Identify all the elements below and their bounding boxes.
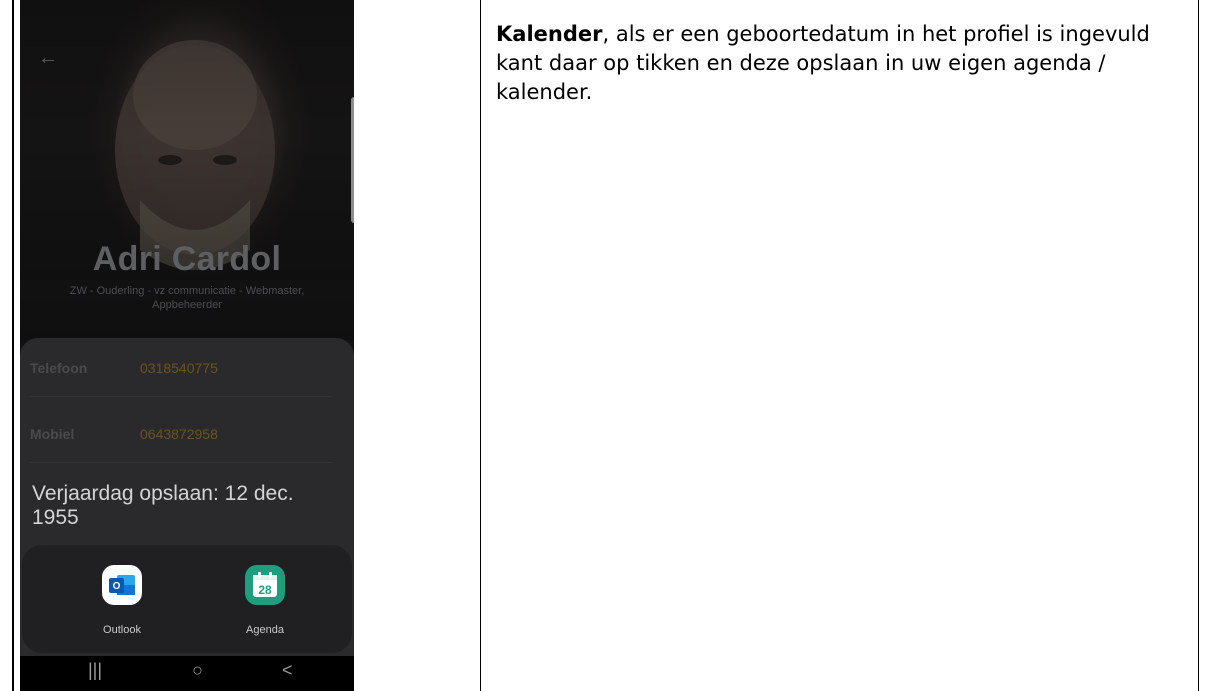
- contact-value[interactable]: 0643872958: [140, 426, 218, 442]
- description-text: Kalender, als er een geboortedatum in he…: [496, 20, 1196, 107]
- contact-label: Telefoon: [30, 360, 88, 376]
- share-sheet: O Outlook 28 Agenda: [22, 545, 352, 653]
- contact-row-mobiel[interactable]: Mobiel 0643872958: [30, 404, 332, 463]
- table-divider: [480, 0, 481, 691]
- toast-message: Verjaardag opslaan: 12 dec. 1955: [32, 482, 294, 529]
- outlook-icon: O: [102, 565, 142, 605]
- share-app-outlook[interactable]: O Outlook: [77, 545, 167, 645]
- calendar-badge: 28: [258, 583, 272, 597]
- app-label: Outlook: [103, 624, 141, 636]
- back-icon[interactable]: <: [282, 660, 293, 681]
- share-app-agenda[interactable]: 28 Agenda: [220, 545, 310, 645]
- table-right-border: [1198, 0, 1199, 691]
- table-left-border: [12, 0, 14, 691]
- profile-role: ZW - Ouderling - vz communicatie - Webma…: [69, 285, 305, 311]
- app-label: Agenda: [246, 624, 284, 636]
- phone-screenshot: ← Adri Cardol ZW - Ouderling - vz commun…: [20, 0, 354, 691]
- contact-label: Mobiel: [30, 426, 75, 442]
- recents-icon[interactable]: |||: [88, 660, 102, 681]
- description-keyword: Kalender: [496, 22, 603, 46]
- contact-row-telefoon[interactable]: Telefoon 0318540775: [30, 338, 332, 397]
- profile-name: Adri Cardol: [92, 240, 282, 278]
- home-icon[interactable]: ○: [192, 660, 203, 681]
- contact-value[interactable]: 0318540775: [140, 360, 218, 376]
- calendar-icon: 28: [245, 565, 285, 605]
- android-nav-bar: ||| ○ <: [20, 656, 354, 691]
- svg-text:O: O: [113, 581, 121, 592]
- back-arrow-icon[interactable]: ←: [38, 48, 58, 68]
- scroll-handle[interactable]: [351, 97, 354, 223]
